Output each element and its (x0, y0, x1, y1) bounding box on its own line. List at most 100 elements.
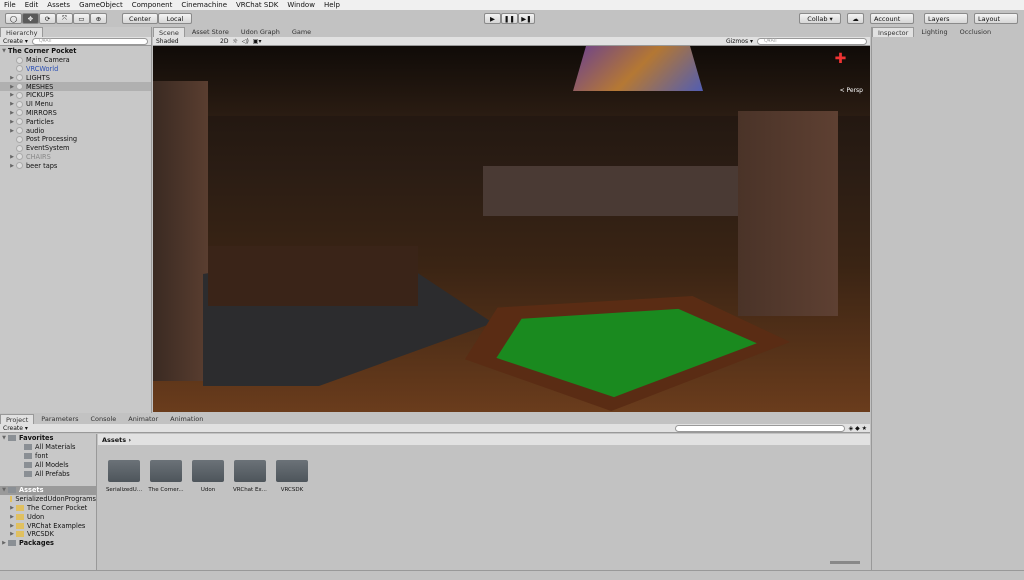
asset-folder[interactable]: ▶The Corner Pocket (0, 504, 96, 513)
tab-occlusion[interactable]: Occlusion (955, 27, 996, 37)
hierarchy-item[interactable]: ▶MESHES (0, 82, 151, 91)
rect-icon[interactable]: ▭ (73, 13, 90, 24)
audio-toggle-icon[interactable]: ◁) (242, 38, 249, 45)
layout-dropdown[interactable]: Layout (974, 13, 1018, 24)
breadcrumb[interactable]: Assets › (98, 434, 870, 445)
hierarchy-item[interactable]: ▶MIRRORS (0, 109, 151, 118)
hierarchy-item[interactable]: ▶UI Menu (0, 100, 151, 109)
hand-icon[interactable]: ◯ (5, 13, 22, 24)
expand-arrow-icon[interactable]: ▶ (8, 84, 16, 90)
folder-icon[interactable] (276, 460, 308, 482)
project-search[interactable] (675, 425, 845, 432)
scene-root[interactable]: ▼The Corner Pocket (0, 47, 151, 56)
hierarchy-search[interactable]: Q▾All (32, 38, 148, 45)
favorite-item[interactable]: All Prefabs (0, 469, 96, 478)
expand-arrow-icon[interactable]: ▼ (0, 435, 8, 441)
favorite-item[interactable]: All Models (0, 460, 96, 469)
tab-lighting[interactable]: Lighting (916, 27, 952, 37)
menu-edit[interactable]: Edit (25, 1, 39, 9)
transform-icon[interactable]: ⊕ (90, 13, 107, 24)
menu-vrchat-sdk[interactable]: VRChat SDK (236, 1, 278, 9)
menu-gameobject[interactable]: GameObject (79, 1, 123, 9)
scene-viewport[interactable]: ✚ < Persp (153, 46, 870, 412)
tab-animator[interactable]: Animator (123, 414, 163, 424)
orientation-gizmo[interactable]: ✚ < Persp (818, 51, 863, 106)
hierarchy-item[interactable]: ▶beer taps (0, 161, 151, 170)
tab-udon-graph[interactable]: Udon Graph (236, 27, 285, 37)
folder-icon[interactable] (192, 460, 224, 482)
menu-component[interactable]: Component (132, 1, 173, 9)
hierarchy-item[interactable]: ▶Particles (0, 117, 151, 126)
folder-icon[interactable] (234, 460, 266, 482)
cloud-icon[interactable]: ☁ (847, 13, 864, 24)
tab-project[interactable]: Project (0, 414, 34, 424)
hierarchy-item[interactable]: ▶PICKUPS (0, 91, 151, 100)
tab-game[interactable]: Game (287, 27, 316, 37)
create-button[interactable]: Create ▾ (3, 38, 28, 45)
menu-help[interactable]: Help (324, 1, 340, 9)
collab-button[interactable]: Collab ▾ (799, 13, 841, 24)
expand-arrow-icon[interactable]: ▶ (8, 119, 16, 125)
move-icon[interactable]: ✥ (22, 13, 39, 24)
asset-folder[interactable]: SerializedUdonPrograms (0, 495, 96, 504)
expand-arrow-icon[interactable]: ▶ (8, 128, 16, 134)
lighting-toggle-icon[interactable]: ☼ (232, 38, 237, 45)
favorite-item[interactable]: font (0, 452, 96, 461)
account-dropdown[interactable]: Account (870, 13, 914, 24)
expand-arrow-icon[interactable]: ▶ (8, 154, 16, 160)
folder-label[interactable]: VRChat Ex... (228, 487, 272, 493)
rotate-icon[interactable]: ⟳ (39, 13, 56, 24)
play-button[interactable]: ▶ (484, 13, 501, 24)
tab-hierarchy[interactable]: Hierarchy (0, 27, 43, 37)
tab-console[interactable]: Console (85, 414, 121, 424)
folder-icon[interactable] (108, 460, 140, 482)
hierarchy-item[interactable]: EventSystem (0, 144, 151, 153)
expand-arrow-icon[interactable]: ▶ (8, 75, 16, 81)
persp-label[interactable]: < Persp (818, 87, 863, 94)
folder-label[interactable]: SerializedU... (102, 487, 146, 493)
expand-arrow-icon[interactable]: ▶ (8, 531, 16, 537)
expand-arrow-icon[interactable]: ▶ (8, 523, 16, 529)
menu-cinemachine[interactable]: Cinemachine (181, 1, 227, 9)
expand-arrow-icon[interactable]: ▶ (8, 101, 16, 107)
asset-folder[interactable]: ▶VRChat Examples (0, 521, 96, 530)
layers-dropdown[interactable]: Layers (924, 13, 968, 24)
folder-label[interactable]: VRCSDK (270, 487, 314, 493)
shading-dropdown[interactable]: Shaded (156, 38, 216, 45)
tab-inspector[interactable]: Inspector (872, 27, 914, 37)
pivot-local-button[interactable]: Local (158, 13, 192, 24)
expand-arrow-icon[interactable]: ▶ (8, 505, 16, 511)
asset-folder[interactable]: ▶Udon (0, 512, 96, 521)
menu-assets[interactable]: Assets (47, 1, 70, 9)
step-button[interactable]: ▶❚ (518, 13, 535, 24)
scene-search[interactable]: Q▾All (757, 38, 867, 45)
folder-label[interactable]: The Corner... (144, 487, 188, 493)
asset-folder[interactable]: ▶VRCSDK (0, 530, 96, 539)
menu-window[interactable]: Window (287, 1, 315, 9)
assets-folder[interactable]: ▼Assets (0, 486, 96, 495)
hierarchy-item[interactable]: ▶LIGHTS (0, 73, 151, 82)
effects-icon[interactable]: ▣▾ (253, 38, 262, 45)
hierarchy-item[interactable]: ▶audio (0, 126, 151, 135)
expand-arrow-icon[interactable]: ▶ (0, 540, 8, 546)
expand-arrow-icon[interactable]: ▶ (8, 514, 16, 520)
hierarchy-item[interactable]: VRCWorld (0, 65, 151, 74)
packages-folder[interactable]: ▶Packages (0, 539, 96, 548)
expand-arrow-icon[interactable]: ▼ (0, 487, 8, 493)
pivot-center-button[interactable]: Center (122, 13, 158, 24)
filter-icons[interactable]: ◈ ◆ ★ (849, 425, 867, 432)
gizmos-dropdown[interactable]: Gizmos ▾ (726, 38, 753, 45)
expand-arrow-icon[interactable]: ▶ (8, 92, 16, 98)
expand-arrow-icon[interactable]: ▶ (8, 110, 16, 116)
hierarchy-item[interactable]: Post Processing (0, 135, 151, 144)
tab-asset-store[interactable]: Asset Store (187, 27, 234, 37)
expand-arrow-icon[interactable]: ▶ (8, 163, 16, 169)
project-create-button[interactable]: Create ▾ (3, 425, 28, 432)
hierarchy-item[interactable]: ▶CHAIRS (0, 153, 151, 162)
hierarchy-item[interactable]: Main Camera (0, 56, 151, 65)
2d-toggle[interactable]: 2D (220, 38, 228, 45)
scale-icon[interactable]: ⤧ (56, 13, 73, 24)
favorites[interactable]: ▼Favorites (0, 434, 96, 443)
folder-icon[interactable] (150, 460, 182, 482)
tab-parameters[interactable]: Parameters (36, 414, 83, 424)
